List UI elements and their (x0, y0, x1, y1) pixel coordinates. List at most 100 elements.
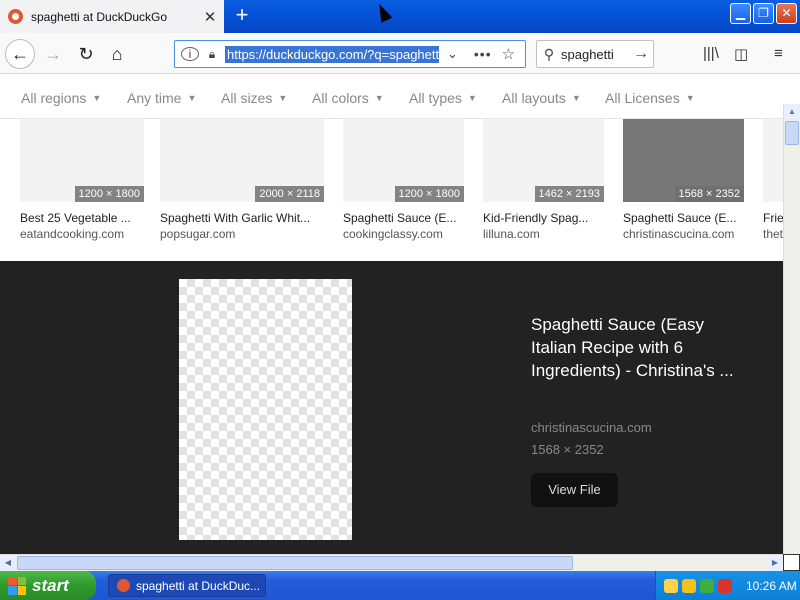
result-thumbnail[interactable]: 2000 × 2118 (160, 119, 324, 202)
screen: spaghetti at DuckDuckGo ✕ + ▁ ❐ ✕ ← → ↻ … (0, 0, 800, 600)
image-preview[interactable] (179, 279, 352, 540)
library-icon[interactable]: |||\ (703, 45, 719, 62)
filter-label: All sizes (221, 90, 273, 106)
vertical-scrollbar[interactable]: ▲ (783, 104, 800, 554)
minimize-icon[interactable]: ▁ (730, 3, 751, 24)
filter-type[interactable]: All types ▼ (409, 90, 477, 106)
image-result[interactable]: 1462 × 2193 Kid-Friendly Spag... lilluna… (483, 119, 604, 241)
filter-label: All layouts (502, 90, 566, 106)
filter-region[interactable]: All regions ▼ (21, 90, 101, 106)
caret-down-icon: ▼ (187, 93, 197, 103)
image-result[interactable]: 1200 × 1800 Best 25 Vegetable ... eatand… (20, 119, 144, 241)
caret-down-icon: ▼ (571, 93, 581, 103)
page-actions-icon[interactable]: ••• (474, 46, 492, 62)
scroll-up-icon[interactable]: ▲ (784, 104, 800, 120)
tab-title: spaghetti at DuckDuckGo (31, 9, 168, 24)
tray-shield-icon[interactable] (682, 578, 696, 593)
title-bar: spaghetti at DuckDuckGo ✕ + ▁ ❐ ✕ (0, 0, 800, 33)
taskbar-item-browser[interactable]: spaghetti at DuckDuc... (108, 574, 266, 597)
result-thumbnail[interactable] (763, 119, 783, 202)
result-source: christinascucina.com (623, 227, 735, 241)
result-thumbnail[interactable]: 1462 × 2193 (483, 119, 604, 202)
vertical-scroll-thumb[interactable] (785, 121, 799, 145)
filter-label: All regions (21, 90, 87, 106)
url-text[interactable]: https://duckduckgo.com/?q=spaghetti (225, 45, 439, 63)
filter-label: All colors (312, 90, 369, 106)
view-file-button[interactable]: View File (531, 473, 618, 507)
result-title[interactable]: Spaghetti Sauce (E... (623, 211, 744, 225)
scroll-right-icon[interactable]: ▶ (767, 555, 783, 571)
close-window-icon[interactable]: ✕ (776, 3, 797, 24)
filter-size[interactable]: All sizes ▼ (221, 90, 287, 106)
tray-network-icon[interactable] (664, 578, 678, 593)
clock[interactable]: 10:26 AM (746, 579, 797, 593)
window-controls: ▁ ❐ ✕ (730, 3, 797, 24)
forward-icon[interactable]: → (38, 39, 68, 69)
image-result[interactable]: 1200 × 1800 Spaghetti Sauce (E... cookin… (343, 119, 464, 241)
filter-color[interactable]: All colors ▼ (312, 90, 384, 106)
result-title[interactable]: Frie (763, 211, 783, 225)
search-go-icon[interactable]: → (629, 45, 653, 63)
result-thumbnail[interactable]: 1200 × 1800 (20, 119, 144, 202)
result-title[interactable]: Spaghetti Sauce (E... (343, 211, 464, 225)
search-box[interactable]: ⚲ spaghetti → (536, 40, 654, 68)
windows-logo-icon (8, 576, 26, 595)
detail-source[interactable]: christinascucina.com (531, 420, 652, 435)
lock-icon[interactable]: 🔒︎ (203, 47, 221, 62)
image-result[interactable]: Frie thet (763, 119, 783, 241)
start-button[interactable]: start (0, 571, 96, 600)
filter-license[interactable]: All Licenses ▼ (605, 90, 695, 106)
restore-icon[interactable]: ❐ (753, 3, 774, 24)
close-tab-icon[interactable]: ✕ (200, 8, 220, 26)
reload-icon[interactable]: ↻ (71, 39, 101, 69)
tray-update-icon[interactable] (700, 578, 714, 593)
result-title[interactable]: Kid-Friendly Spag... (483, 211, 604, 225)
duckduckgo-favicon-icon (117, 579, 130, 592)
caret-down-icon: ▼ (374, 93, 384, 103)
bookmark-star-icon[interactable]: ☆ (502, 45, 515, 63)
taskbar-item-label: spaghetti at DuckDuc... (136, 578, 261, 593)
tray-security-icon[interactable] (718, 578, 732, 593)
back-icon[interactable]: ← (5, 39, 35, 69)
navigation-bar: ← → ↻ ⌂ i 🔒︎ https://duckduckgo.com/?q=s… (0, 33, 800, 74)
home-icon[interactable]: ⌂ (102, 39, 132, 69)
image-result-selected[interactable]: 1568 × 2352 Spaghetti Sauce (E... christ… (623, 119, 744, 241)
filter-layout[interactable]: All layouts ▼ (502, 90, 581, 106)
info-icon[interactable]: i (181, 47, 199, 61)
image-dimensions: 1200 × 1800 (74, 186, 144, 202)
filter-time[interactable]: Any time ▼ (127, 90, 196, 106)
result-source: lilluna.com (483, 227, 540, 241)
filter-label: All Licenses (605, 90, 680, 106)
scroll-left-icon[interactable]: ◀ (0, 555, 16, 571)
horizontal-scrollbar[interactable]: ◀ ▶ (0, 554, 783, 571)
scrollbar-corner (783, 554, 800, 571)
detail-title[interactable]: Spaghetti Sauce (Easy Italian Recipe wit… (531, 313, 751, 382)
image-result[interactable]: 2000 × 2118 Spaghetti With Garlic Whit..… (160, 119, 324, 241)
result-title[interactable]: Spaghetti With Garlic Whit... (160, 211, 324, 225)
result-thumbnail[interactable]: 1200 × 1800 (343, 119, 464, 202)
taskbar: start spaghetti at DuckDuc... 10:26 AM (0, 571, 800, 600)
image-dimensions: 1462 × 2193 (534, 186, 604, 202)
horizontal-scroll-thumb[interactable] (17, 556, 573, 570)
result-source: eatandcooking.com (20, 227, 125, 241)
sidebar-icon[interactable]: ◫ (734, 45, 748, 63)
caret-down-icon: ▼ (278, 93, 288, 103)
search-input[interactable]: spaghetti (561, 47, 629, 62)
image-dimensions: 2000 × 2118 (255, 186, 324, 202)
chevron-down-icon[interactable]: ⌄ (447, 46, 458, 62)
search-icon: ⚲ (543, 45, 555, 62)
result-title[interactable]: Best 25 Vegetable ... (20, 211, 144, 225)
result-source: popsugar.com (160, 227, 236, 241)
caret-down-icon: ▼ (92, 93, 102, 103)
filter-label: Any time (127, 90, 182, 106)
menu-icon[interactable]: ≡ (774, 45, 783, 62)
caret-down-icon: ▼ (467, 93, 477, 103)
image-detail-panel: Spaghetti Sauce (Easy Italian Recipe wit… (0, 261, 783, 554)
search-filters: All regions ▼ Any time ▼ All sizes ▼ All co… (0, 74, 800, 119)
url-bar[interactable]: i 🔒︎ https://duckduckgo.com/?q=spaghetti… (174, 40, 526, 68)
system-tray: 10:26 AM (655, 571, 800, 600)
new-tab-icon[interactable]: + (230, 3, 254, 29)
duckduckgo-favicon-icon (8, 9, 23, 24)
result-thumbnail[interactable]: 1568 × 2352 (623, 119, 744, 202)
browser-tab[interactable]: spaghetti at DuckDuckGo ✕ (0, 0, 224, 33)
